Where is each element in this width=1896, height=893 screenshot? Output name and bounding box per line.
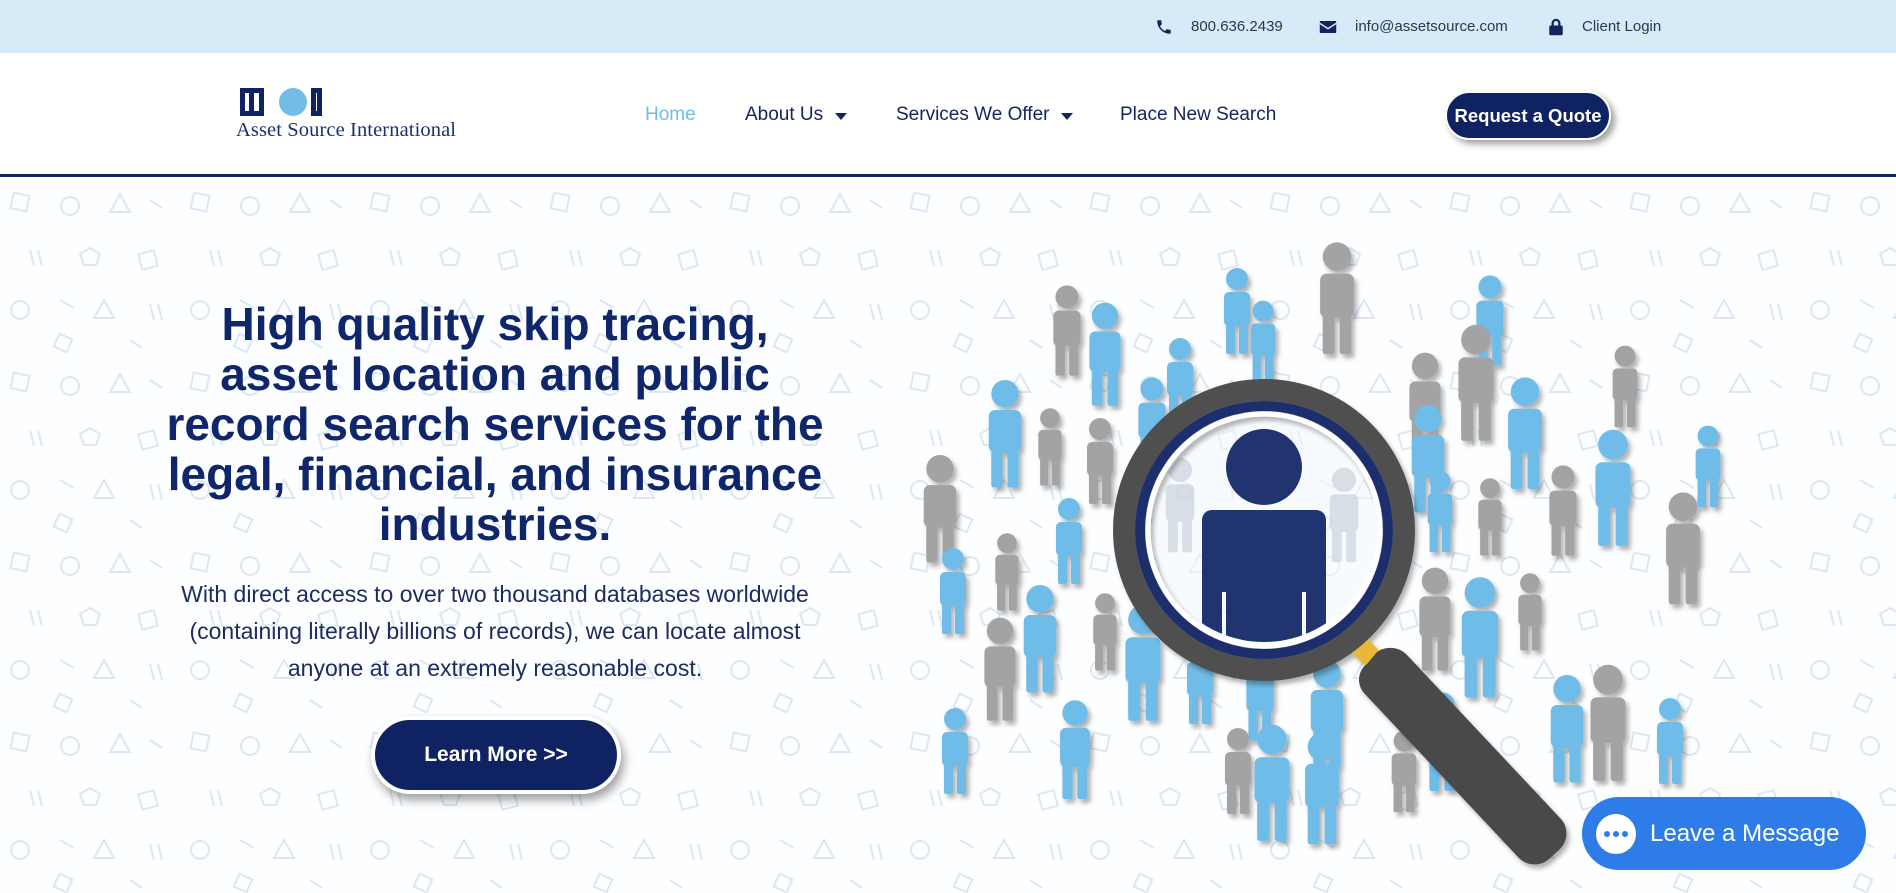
learn-more-button[interactable]: Learn More >> bbox=[371, 716, 621, 794]
client-login-link[interactable]: Client Login bbox=[1548, 0, 1661, 53]
caret-down-icon bbox=[835, 112, 848, 120]
phone-icon bbox=[1157, 19, 1171, 34]
nav-home[interactable]: Home bbox=[645, 53, 696, 177]
logo-text: Asset Source International bbox=[236, 119, 457, 141]
nav-services-label: Services We Offer bbox=[896, 104, 1050, 125]
chat-bubble-icon bbox=[1596, 813, 1636, 854]
envelope-icon bbox=[1319, 20, 1337, 33]
phone-link[interactable]: 800.636.2439 bbox=[1155, 0, 1283, 53]
leave-message-button[interactable]: Leave a Message bbox=[1582, 797, 1866, 870]
nav-about-us[interactable]: About Us bbox=[745, 53, 848, 177]
client-login-label: Client Login bbox=[1582, 18, 1662, 35]
phone-number: 800.636.2439 bbox=[1191, 18, 1283, 35]
email-link[interactable]: info@assetsource.com bbox=[1319, 0, 1508, 53]
hero-section: High quality skip tracing, asset locatio… bbox=[0, 180, 1896, 893]
lock-icon bbox=[1549, 18, 1563, 35]
nav-place-new-search-label: Place New Search bbox=[1120, 104, 1277, 125]
nav-home-label: Home bbox=[645, 104, 696, 125]
site-logo[interactable]: Asset Source International bbox=[236, 87, 490, 147]
top-contact-bar: 800.636.2439 info@assetsource.com Client… bbox=[0, 0, 1896, 53]
nav-about-us-label: About Us bbox=[745, 104, 824, 125]
nav-services[interactable]: Services We Offer bbox=[896, 53, 1074, 177]
leave-message-label: Leave a Message bbox=[1650, 819, 1840, 847]
nav-place-new-search[interactable]: Place New Search bbox=[1120, 53, 1276, 177]
hero-subtext: With direct access to over two thousand … bbox=[181, 581, 809, 681]
hero-headline: High quality skip tracing, asset locatio… bbox=[166, 298, 824, 550]
logo-mark bbox=[238, 87, 350, 117]
main-header: Asset Source International Home About Us… bbox=[0, 53, 1896, 177]
request-quote-button[interactable]: Request a Quote bbox=[1445, 91, 1611, 140]
email-address: info@assetsource.com bbox=[1355, 18, 1508, 35]
caret-down-icon bbox=[1061, 112, 1074, 120]
